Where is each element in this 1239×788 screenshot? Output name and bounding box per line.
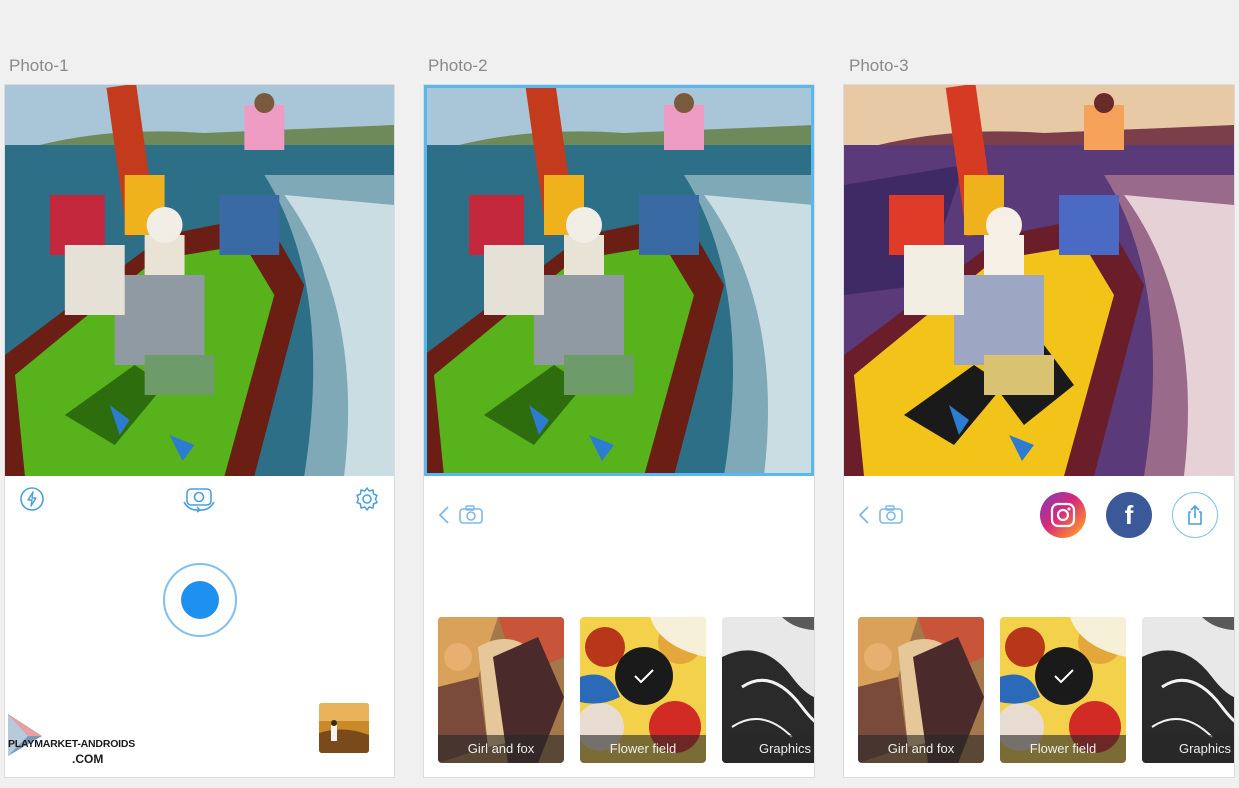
instagram-icon[interactable] [1040, 492, 1086, 538]
capture-button-core [181, 581, 219, 619]
back-to-camera-button[interactable] [434, 503, 490, 527]
play-triangle-icon [8, 714, 42, 756]
filter-card[interactable]: Graphics [1142, 617, 1234, 763]
filter-strip: Girl and fox Flower field Graphics [858, 617, 1234, 763]
facebook-glyph: f [1124, 499, 1134, 530]
filter-name: Flower field [580, 735, 706, 763]
phone-screen-share: f Girl and fox Flower field Graphics [843, 84, 1235, 778]
back-to-camera-button[interactable] [854, 503, 910, 527]
filter-name: Girl and fox [438, 735, 564, 763]
filter-name: Graphics [722, 735, 814, 763]
flash-icon[interactable] [18, 485, 46, 513]
filter-name: Flower field [1000, 735, 1126, 763]
capture-button[interactable] [163, 563, 237, 637]
filter-name: Graphics [1142, 735, 1234, 763]
phone-screen-filter: Girl and fox Flower field Graphics [423, 84, 815, 778]
share-icon[interactable] [1172, 492, 1218, 538]
filter-card-selected[interactable]: Flower field [1000, 617, 1126, 763]
filter-name: Girl and fox [858, 735, 984, 763]
stylized-photo [844, 85, 1234, 476]
panel-label: Photo-3 [849, 56, 909, 75]
filter-card[interactable]: Girl and fox [858, 617, 984, 763]
watermark-logo: PLAYMARKET-ANDROIDS .COM [4, 712, 135, 772]
gallery-thumbnail[interactable] [319, 703, 369, 753]
camera-preview[interactable] [5, 85, 394, 476]
watermark-domain: .COM [72, 752, 104, 766]
checkmark-icon [1035, 647, 1093, 705]
facebook-icon[interactable]: f [1106, 492, 1152, 538]
switch-camera-icon[interactable] [181, 483, 217, 515]
filter-strip: Girl and fox Flower field Graphics [438, 617, 814, 763]
settings-icon[interactable] [353, 485, 381, 513]
panel-label: Photo-2 [428, 56, 488, 75]
panel-label: Photo-1 [9, 56, 69, 75]
photo-preview [424, 85, 814, 476]
filter-card-selected[interactable]: Flower field [580, 617, 706, 763]
filter-card[interactable]: Graphics [722, 617, 814, 763]
watermark-text: PLAYMARKET-ANDROIDS [8, 738, 136, 750]
filter-card[interactable]: Girl and fox [438, 617, 564, 763]
phone-screen-camera [4, 84, 395, 778]
checkmark-icon [615, 647, 673, 705]
